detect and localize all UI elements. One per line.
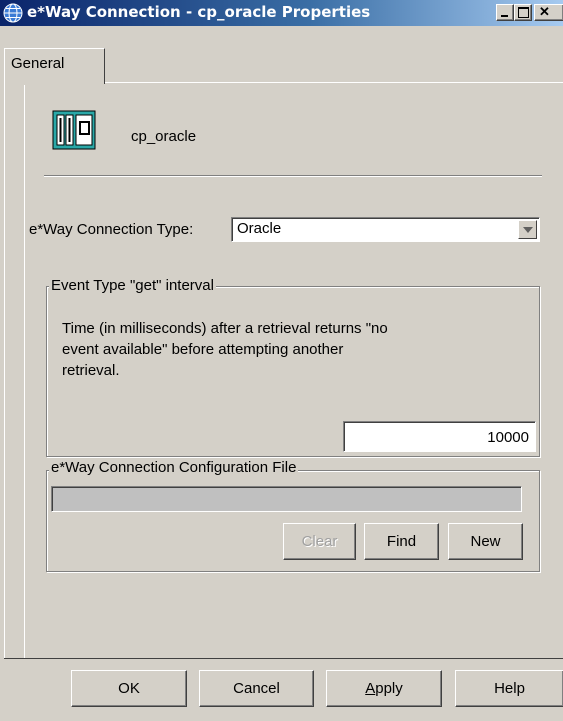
tab-join <box>5 82 104 85</box>
find-button[interactable]: Find <box>364 523 439 560</box>
window-title: e*Way Connection - cp_oracle Properties <box>27 3 371 21</box>
panel-edge <box>4 82 5 659</box>
apply-accel: A <box>365 680 376 697</box>
close-button[interactable] <box>534 4 563 21</box>
connection-icon <box>52 110 96 150</box>
connection-type-select[interactable]: Oracle <box>231 217 540 242</box>
config-file-field <box>51 486 522 512</box>
connection-type-label: e*Way Connection Type: <box>29 221 194 238</box>
chevron-down-icon[interactable] <box>518 220 537 239</box>
cancel-button[interactable]: Cancel <box>199 670 314 707</box>
tab-general-label: General <box>11 55 65 72</box>
connection-name: cp_oracle <box>131 128 197 145</box>
connection-type-value: Oracle <box>237 220 282 237</box>
config-file-group-title: e*Way Connection Configuration File <box>49 459 299 476</box>
globe-icon <box>3 3 23 23</box>
interval-description-line: Time (in milliseconds) after a retrieval… <box>62 320 388 337</box>
clear-button[interactable]: Clear <box>283 523 356 560</box>
ok-button[interactable]: OK <box>71 670 187 707</box>
interval-group-title: Event Type "get" interval <box>49 277 216 294</box>
title-bar[interactable]: e*Way Connection - cp_oracle Properties <box>0 0 563 26</box>
interval-description: Time (in milliseconds) after a retrieval… <box>62 318 462 381</box>
tab-general[interactable]: General <box>4 48 105 84</box>
minimize-button[interactable] <box>496 4 514 21</box>
help-button[interactable]: Help <box>455 670 563 707</box>
new-button[interactable]: New <box>448 523 523 560</box>
apply-label: pply <box>375 680 403 697</box>
interval-description-line: retrieval. <box>62 362 120 379</box>
interval-description-line: event available" before attempting anoth… <box>62 341 344 358</box>
maximize-button[interactable] <box>514 4 532 21</box>
divider <box>44 175 542 177</box>
interval-input[interactable]: 10000 <box>343 421 536 452</box>
apply-button[interactable]: Apply <box>326 670 442 707</box>
panel-edge-bottom <box>4 658 563 659</box>
